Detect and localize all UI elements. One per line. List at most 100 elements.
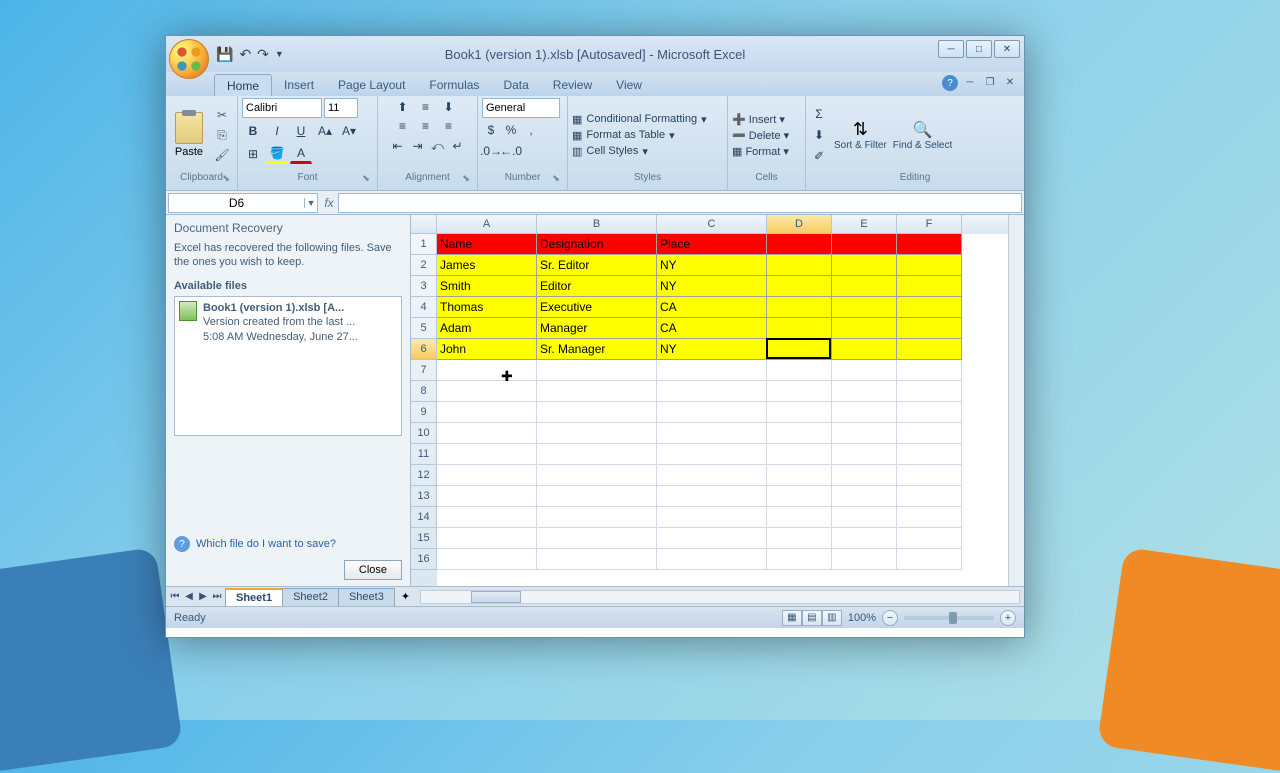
cell[interactable]	[832, 528, 897, 549]
cell[interactable]	[897, 423, 962, 444]
cell[interactable]	[832, 507, 897, 528]
dialog-launcher-icon[interactable]: ⬊	[550, 173, 562, 185]
cell[interactable]	[537, 444, 657, 465]
doc-close-icon[interactable]: ✕	[1002, 75, 1018, 89]
select-all-corner[interactable]	[411, 215, 437, 234]
cell[interactable]: Smith	[437, 276, 537, 297]
column-header[interactable]: F	[897, 215, 962, 234]
tab-formulas[interactable]: Formulas	[417, 74, 491, 96]
office-button[interactable]	[169, 39, 209, 79]
align-top-button[interactable]: ⬆	[394, 98, 412, 116]
cell[interactable]	[897, 486, 962, 507]
cell[interactable]	[537, 381, 657, 402]
cell[interactable]	[657, 360, 767, 381]
cut-icon[interactable]: ✂	[213, 107, 231, 123]
decrease-decimal-button[interactable]: ←.0	[502, 142, 520, 160]
recovery-help-link[interactable]: ? Which file do I want to save?	[174, 536, 402, 552]
redo-icon[interactable]: ↷	[257, 46, 269, 63]
cell[interactable]: Thomas	[437, 297, 537, 318]
row-header[interactable]: 4	[411, 297, 437, 318]
sheet-tab[interactable]: Sheet1	[225, 588, 283, 606]
align-middle-button[interactable]: ≡	[417, 98, 435, 116]
format-painter-icon[interactable]: 🖌	[213, 147, 231, 163]
cell[interactable]	[657, 507, 767, 528]
cell[interactable]	[897, 528, 962, 549]
cell[interactable]: Designation	[537, 234, 657, 255]
cell[interactable]: Manager	[537, 318, 657, 339]
cell[interactable]	[832, 276, 897, 297]
cell[interactable]: James	[437, 255, 537, 276]
cell[interactable]: Adam	[437, 318, 537, 339]
qat-dropdown-icon[interactable]: ▼	[275, 49, 284, 59]
format-as-table-button[interactable]: ▦Format as Table ▾	[572, 129, 707, 142]
cell[interactable]	[537, 423, 657, 444]
spreadsheet-area[interactable]: ABCDEF 12345678910111213141516 NameDesig…	[411, 215, 1024, 586]
cell[interactable]	[767, 486, 832, 507]
increase-decimal-button[interactable]: .0→	[482, 142, 500, 160]
cell[interactable]	[537, 465, 657, 486]
cell[interactable]	[897, 318, 962, 339]
fill-color-button[interactable]: 🪣	[266, 144, 288, 164]
cell[interactable]: Sr. Editor	[537, 255, 657, 276]
cell[interactable]	[832, 339, 897, 360]
cell[interactable]	[537, 528, 657, 549]
cell[interactable]	[657, 423, 767, 444]
cell[interactable]	[767, 297, 832, 318]
tab-home[interactable]: Home	[214, 74, 272, 96]
font-color-button[interactable]: A	[290, 144, 312, 164]
wrap-text-button[interactable]: ↵	[449, 137, 467, 155]
cell[interactable]	[832, 486, 897, 507]
undo-icon[interactable]: ↶	[239, 46, 251, 63]
cell[interactable]	[832, 423, 897, 444]
sheet-tab[interactable]: Sheet3	[338, 588, 395, 606]
cell[interactable]	[767, 318, 832, 339]
formula-input[interactable]	[338, 193, 1022, 213]
cell[interactable]	[832, 255, 897, 276]
row-header[interactable]: 8	[411, 381, 437, 402]
row-header[interactable]: 7	[411, 360, 437, 381]
increase-indent-button[interactable]: ⇥	[409, 137, 427, 155]
row-header[interactable]: 12	[411, 465, 437, 486]
cell[interactable]	[832, 318, 897, 339]
row-header[interactable]: 3	[411, 276, 437, 297]
currency-button[interactable]: $	[482, 121, 500, 139]
cell[interactable]	[767, 381, 832, 402]
row-header[interactable]: 9	[411, 402, 437, 423]
cell[interactable]: Name	[437, 234, 537, 255]
cell[interactable]	[437, 549, 537, 570]
column-header[interactable]: A	[437, 215, 537, 234]
insert-cells-button[interactable]: ➕ Insert ▾	[732, 113, 789, 126]
cell[interactable]	[767, 402, 832, 423]
maximize-button[interactable]: □	[966, 40, 992, 58]
page-layout-view-button[interactable]: ▤	[802, 610, 822, 626]
italic-button[interactable]: I	[266, 121, 288, 141]
cell[interactable]	[537, 402, 657, 423]
row-header[interactable]: 16	[411, 549, 437, 570]
cell-grid[interactable]: NameDesignationPlace JamesSr. EditorNY Smi…	[437, 234, 1008, 586]
cell[interactable]	[897, 402, 962, 423]
align-right-button[interactable]: ≡	[440, 117, 458, 135]
vertical-scrollbar[interactable]	[1008, 215, 1024, 586]
cell[interactable]	[767, 444, 832, 465]
cell[interactable]	[767, 528, 832, 549]
cell[interactable]	[767, 507, 832, 528]
zoom-level[interactable]: 100%	[848, 612, 876, 624]
font-name-select[interactable]	[242, 98, 322, 118]
copy-icon[interactable]: ⎘	[213, 127, 231, 143]
column-header[interactable]: C	[657, 215, 767, 234]
column-header[interactable]: B	[537, 215, 657, 234]
cell[interactable]	[897, 444, 962, 465]
recovery-close-button[interactable]: Close	[344, 560, 402, 580]
cell[interactable]	[897, 297, 962, 318]
cell[interactable]: NY	[657, 255, 767, 276]
row-header[interactable]: 5	[411, 318, 437, 339]
cell[interactable]: John	[437, 339, 537, 360]
cell[interactable]	[767, 234, 832, 255]
dialog-launcher-icon[interactable]: ⬊	[220, 173, 232, 185]
fx-icon[interactable]: fx	[320, 196, 338, 210]
cell[interactable]	[657, 444, 767, 465]
cell[interactable]: Place	[657, 234, 767, 255]
minimize-button[interactable]: ─	[938, 40, 964, 58]
cell[interactable]	[832, 444, 897, 465]
conditional-formatting-button[interactable]: ▦Conditional Formatting ▾	[572, 113, 707, 126]
